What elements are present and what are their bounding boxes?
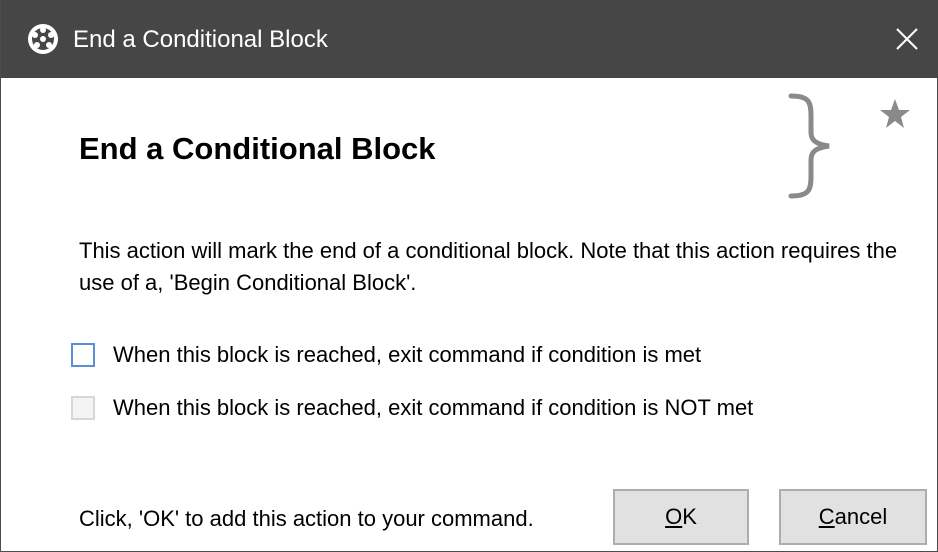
exit-if-met-checkbox[interactable] <box>71 343 95 367</box>
cancel-label-rest: ancel <box>834 504 888 529</box>
curly-brace-icon <box>783 92 841 200</box>
dialog-window: End a Conditional Block End a Conditiona… <box>0 0 938 552</box>
exit-if-not-met-option[interactable]: When this block is reached, exit command… <box>71 393 753 423</box>
cancel-mnemonic: C <box>818 504 835 529</box>
close-icon <box>896 28 918 50</box>
app-gear-icon <box>25 21 61 57</box>
title-bar[interactable]: End a Conditional Block <box>1 0 938 78</box>
exit-if-met-option[interactable]: When this block is reached, exit command… <box>71 340 701 370</box>
ok-button[interactable]: OK <box>613 489 749 545</box>
ok-mnemonic: O <box>665 504 683 529</box>
ok-label-rest: K <box>682 504 697 529</box>
exit-if-not-met-checkbox[interactable] <box>71 396 95 420</box>
close-button[interactable] <box>875 0 938 78</box>
exit-if-met-label[interactable]: When this block is reached, exit command… <box>113 341 701 369</box>
window-title: End a Conditional Block <box>73 26 328 53</box>
star-icon[interactable] <box>879 98 911 130</box>
action-heading: End a Conditional Block <box>79 131 436 166</box>
cancel-button[interactable]: Cancel <box>779 489 927 545</box>
action-description: This action will mark the end of a condi… <box>79 238 898 295</box>
footer-hint: Click, 'OK' to add this action to your c… <box>79 506 534 531</box>
exit-if-not-met-label[interactable]: When this block is reached, exit command… <box>113 394 753 422</box>
